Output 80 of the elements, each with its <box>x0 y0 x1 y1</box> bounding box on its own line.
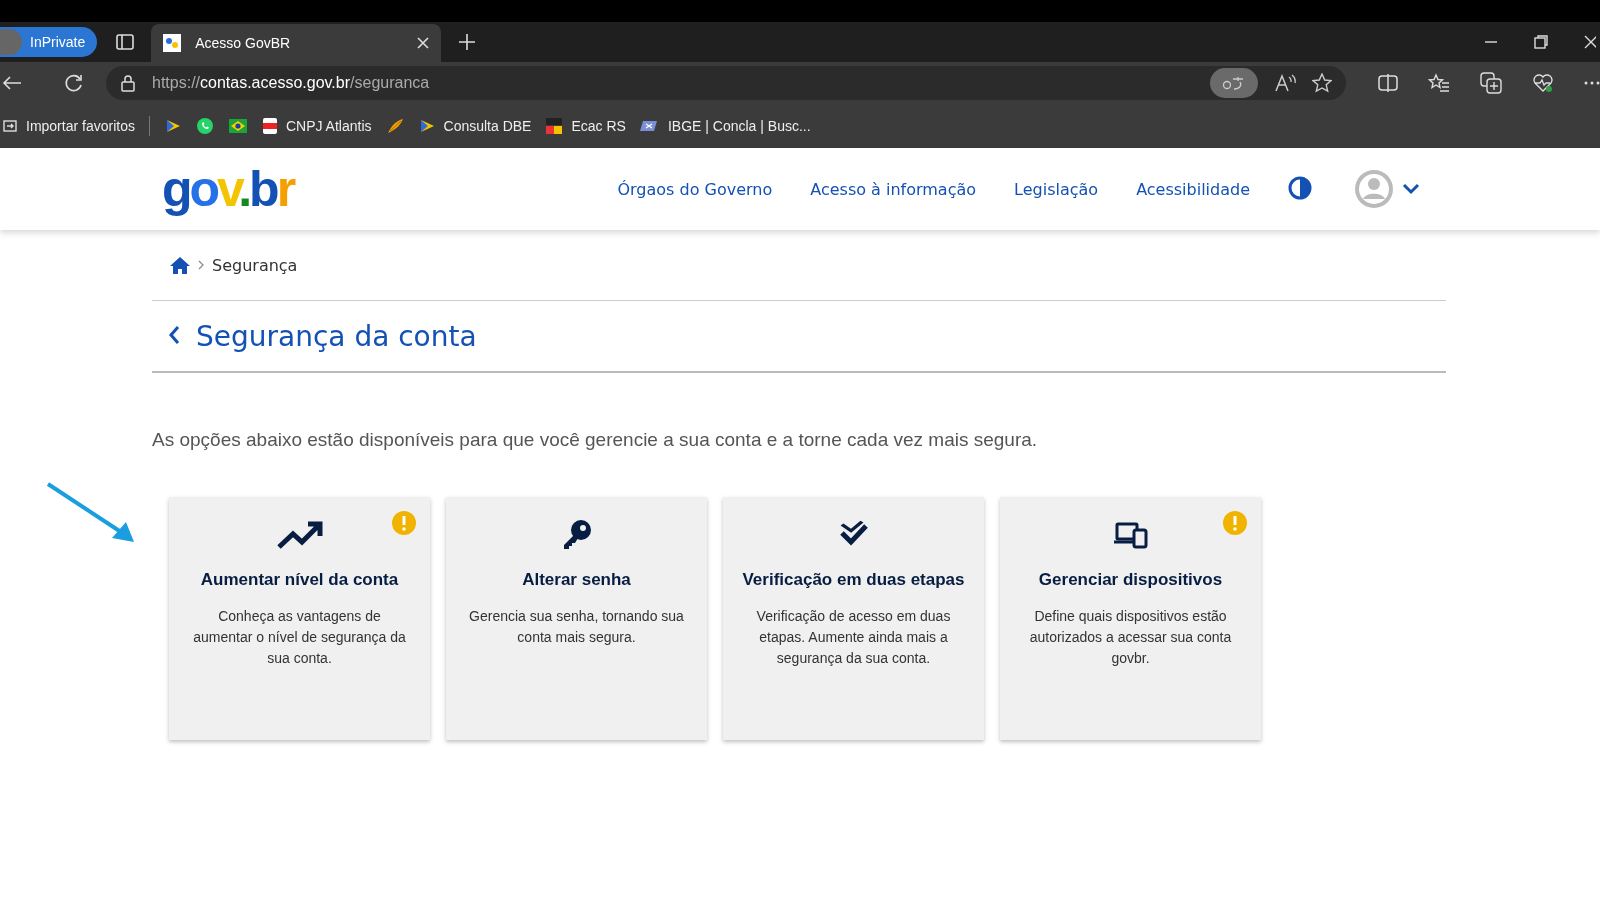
inprivate-badge[interactable]: InPrivate <box>0 27 98 57</box>
card-description: Define quais dispositivos estão autorizados a acessar sua conta govbr. <box>1028 607 1233 668</box>
bookmark[interactable] <box>195 117 214 135</box>
bookmark[interactable]: CNPJ Atlantis <box>261 117 372 135</box>
card-title: Aumentar nível da conta <box>200 569 399 591</box>
star-icon <box>1312 73 1332 93</box>
read-aloud-button[interactable] <box>1274 73 1296 93</box>
restore-icon <box>1534 35 1548 49</box>
avatar-icon <box>0 29 22 55</box>
tag-icon <box>639 118 660 134</box>
restore-button[interactable] <box>1534 35 1548 49</box>
card-description: Conheça as vantagens de aumentar o nível de segurança da sua conta. <box>192 607 407 668</box>
bookmark[interactable]: Consulta DBE <box>417 117 532 135</box>
chevron-left-icon <box>168 324 180 345</box>
heart-pulse-icon <box>1532 73 1554 93</box>
nav-link[interactable]: Acessibilidade <box>1136 179 1250 199</box>
nav-link[interactable]: Órgaos do Governo <box>617 179 773 199</box>
gov-logo[interactable]: gov.br <box>162 160 294 218</box>
inprivate-label: InPrivate <box>30 34 86 50</box>
user-menu[interactable] <box>1354 169 1420 209</box>
chevron-down-icon <box>1402 183 1420 195</box>
browser-essentials-button[interactable] <box>1532 72 1554 94</box>
bookmark[interactable] <box>385 117 404 135</box>
close-icon <box>417 37 430 49</box>
option-card[interactable]: Gerenciar dispositivos Define quais dispositivos estão autorizados a acessar sua conta govbr. <box>1000 497 1261 740</box>
card-description: Verificação de acesso em duas etapas. Aumente ainda mais a segurança da sua conta. <box>755 607 952 668</box>
address-bar[interactable]: https://contas.acesso.gov.br/seguranca <box>106 66 1346 100</box>
option-card[interactable]: Aumentar nível da conta Conheça as vantagens de aumentar o nível de segurança da sua conta. <box>169 497 430 740</box>
browser-tab[interactable]: Acesso GovBR <box>151 24 442 62</box>
close-icon <box>1584 35 1596 49</box>
card-description: Gerencia sua senha, tornando sua conta mais segura. <box>468 607 685 647</box>
tab-actions-button[interactable] <box>115 33 136 51</box>
bookmark[interactable]: IBGE | Concla | Busc... <box>639 118 811 134</box>
nav-link[interactable]: Acesso à informação <box>810 179 977 199</box>
option-card[interactable]: Alterar senha Gerencia sua senha, tornando sua conta mais segura. <box>446 497 707 740</box>
favorites-list-icon <box>1428 73 1450 93</box>
favorites-button[interactable] <box>1428 72 1450 94</box>
new-tab-button[interactable] <box>459 34 476 50</box>
bookmark[interactable]: Importar favoritos <box>2 118 135 134</box>
pdf-file-icon <box>261 117 278 135</box>
back-button[interactable] <box>2 75 22 91</box>
close-tab-button[interactable] <box>417 37 430 49</box>
plus-icon <box>459 34 476 50</box>
page-title: Segurança da conta <box>196 319 477 353</box>
favicon-icon <box>163 34 182 52</box>
split-screen-icon <box>1378 74 1398 92</box>
user-avatar-icon <box>1354 169 1394 209</box>
option-card[interactable]: Verificação em duas etapas Verificação de acesso em duas etapas. Aumente ainda mais a segurança da sua conta. <box>723 497 984 740</box>
nav-link[interactable]: Legislação <box>1014 179 1099 199</box>
feather-icon <box>385 117 404 135</box>
chevron-right-icon <box>198 260 204 270</box>
flag-icon <box>227 117 248 135</box>
intro-text: As opções abaixo estão disponíveis para que você gerencie a sua conta e a torne cada vez mais segura. <box>152 429 1039 451</box>
devices-icon <box>1113 521 1148 549</box>
favorite-button[interactable] <box>1312 73 1332 93</box>
read-aloud-icon <box>1274 73 1296 93</box>
sefaz-logo-icon <box>545 117 564 135</box>
collections-button[interactable] <box>1480 72 1502 94</box>
home-icon <box>170 256 190 274</box>
import-icon <box>2 118 18 134</box>
bookmark[interactable]: Ecac RS <box>545 117 626 135</box>
close-window-button[interactable] <box>1584 35 1596 49</box>
more-icon <box>1584 81 1600 85</box>
back-arrow-icon <box>2 75 22 91</box>
card-title: Verificação em duas etapas <box>742 569 965 591</box>
url-text: https://contas.acesso.gov.br/seguranca <box>152 74 431 92</box>
chat-bubble-icon <box>195 117 214 135</box>
lock-icon <box>120 74 136 92</box>
collections-icon <box>1480 72 1502 94</box>
reload-button[interactable] <box>64 73 84 93</box>
card-title: Gerenciar dispositivos <box>1038 569 1223 591</box>
split-screen-button[interactable] <box>1378 72 1398 94</box>
bookmark[interactable] <box>227 117 248 135</box>
contrast-icon <box>1288 175 1312 200</box>
reload-icon <box>64 73 84 93</box>
card-title: Alterar senha <box>522 569 631 591</box>
breadcrumb-current: Segurança <box>212 255 298 275</box>
trend-up-icon <box>275 519 324 551</box>
translate-button[interactable] <box>1210 68 1258 98</box>
tabs-panel-icon <box>115 33 136 51</box>
